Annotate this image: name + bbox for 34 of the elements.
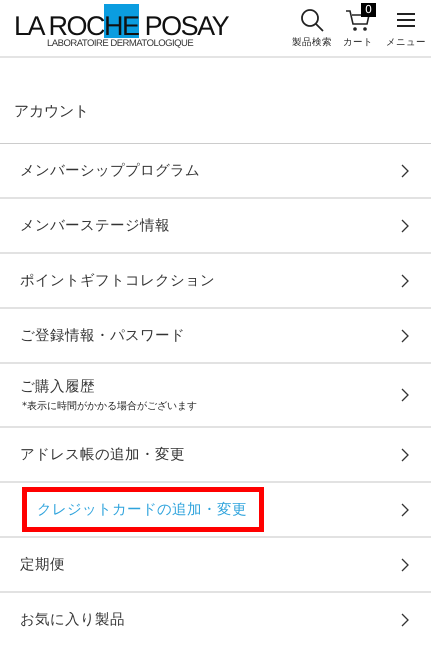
chevron-icon [401,388,409,402]
item-label: アドレス帳の追加・変更 [20,446,185,464]
chevron-icon [401,218,409,232]
chevron-icon [401,448,409,462]
menu-item[interactable]: メンバーステージ情報 [0,199,431,254]
menu-button[interactable]: メニュー [383,7,429,49]
item-label: ご登録情報・パスワード [20,327,185,345]
search-icon [300,8,324,32]
page-title: アカウント [0,58,431,144]
item-label: メンバーステージ情報 [20,217,170,235]
chevron-icon [401,274,409,288]
item-note: *表示に時間がかかる場合がございます [22,400,197,413]
chevron-icon [401,612,409,626]
search-button[interactable]: 製品検索 [291,7,333,49]
menu-item[interactable]: メンバーシッププログラム [0,144,431,199]
item-label: ご購入履歴 [20,378,96,396]
menu-item[interactable]: 定期便 [0,538,431,593]
menu-item[interactable]: ポイントギフトコレクション [0,254,431,309]
brand-logo[interactable]: LA ROCHE POSAY LABORATOIRE DERMATOLOGIQUE [14,4,228,48]
item-label: メンバーシッププログラム [20,162,200,180]
menu-item[interactable]: ご購入履歴 *表示に時間がかかる場合がございます [0,364,431,428]
chevron-icon [401,164,409,178]
item-label: ポイントギフトコレクション [20,272,215,290]
menu-item[interactable]: お気に入り製品 [0,593,431,646]
chevron-icon [401,558,409,572]
chevron-icon [401,502,409,516]
item-label: お気に入り製品 [20,611,125,629]
menu-icon [396,10,416,30]
menu-item[interactable]: アドレス帳の追加・変更 [0,428,431,483]
menu-item[interactable]: ご登録情報・パスワード [0,309,431,364]
chevron-icon [401,328,409,342]
highlight-frame: クレジットカードの追加・変更 [22,487,264,532]
cart-count: 0 [361,3,376,17]
item-label: 定期便 [20,556,65,574]
